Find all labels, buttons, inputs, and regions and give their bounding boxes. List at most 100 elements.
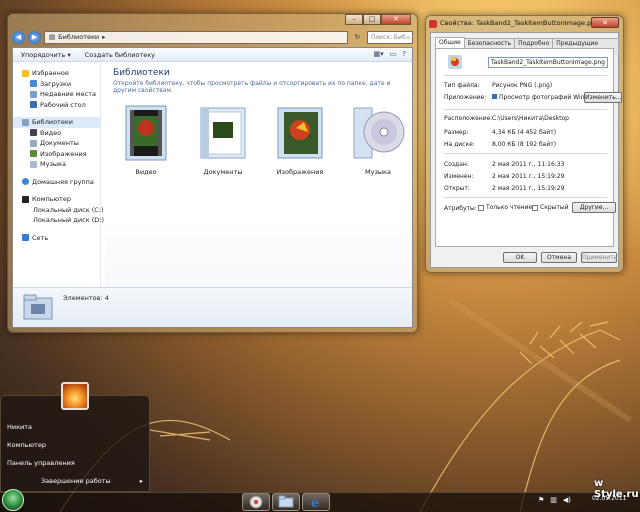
music-icon [30, 160, 37, 168]
flag-icon[interactable]: ⚑ [538, 496, 544, 504]
png-file-icon [429, 20, 437, 28]
avatar [61, 382, 89, 410]
preview-pane-icon[interactable]: ▭ [390, 50, 397, 58]
library-view: Библиотеки Откройте библиотеку, чтобы пр… [105, 62, 412, 287]
label-size: Размер: [444, 129, 469, 136]
nav-images[interactable]: Изображения [13, 149, 100, 160]
window-controls: – □ ✕ [345, 14, 411, 25]
back-button[interactable]: ◀ [12, 30, 25, 44]
library-icon: ▤ [49, 33, 56, 41]
nav-favorites[interactable]: Избранное [13, 68, 100, 79]
view-controls: ▦▾ ▭ ? [374, 50, 406, 58]
nav-disk-d[interactable]: Локальный диск (D:) [13, 215, 104, 226]
start-button[interactable] [2, 489, 24, 511]
views-icon[interactable]: ▦▾ [374, 50, 384, 58]
value-disk: 8,00 КБ (8 192 байт) [492, 141, 557, 148]
new-library-button[interactable]: Создать библиотеку [85, 51, 155, 59]
nav-downloads[interactable]: Загрузки [13, 79, 100, 90]
network-icon [22, 234, 29, 242]
documents-library-icon [200, 107, 246, 159]
folder-label: Видео [135, 168, 157, 176]
value-size: 4,34 КБ (4 452 байт) [492, 129, 557, 136]
cancel-button[interactable]: Отмена [541, 252, 577, 263]
taskbar-internet-explorer[interactable]: e [302, 493, 330, 511]
nav-computer[interactable]: Компьютер [13, 194, 100, 205]
ok-button[interactable]: OK [503, 252, 537, 263]
label-attrs: Атрибуты: [444, 205, 477, 212]
label-opened: Открыт: [444, 185, 470, 192]
chevron-right-icon: ▸ [102, 33, 106, 41]
video-library-icon [125, 105, 167, 161]
label-created: Создан: [444, 161, 469, 168]
close-button[interactable]: ✕ [381, 14, 411, 25]
folder-video[interactable]: Видео [111, 102, 181, 176]
label-disk: На диске: [444, 141, 475, 148]
dialog-body: Общие Безопасность Подробно Предыдущие в… [430, 32, 622, 268]
refresh-button[interactable]: ↻ [351, 31, 364, 44]
navigation-pane: Избранное Загрузки Недавние места Рабочи… [13, 62, 104, 287]
explorer-window: – □ ✕ ◀ ▶ ▤ Библиотеки ▸ ↻ Поиск: Биб...… [7, 13, 418, 333]
clock[interactable]: 02.05.2011 [592, 495, 626, 502]
shutdown-button[interactable]: Завершение работы ▸ [21, 475, 147, 487]
taskbar-media-player[interactable] [242, 493, 270, 511]
volume-icon[interactable]: ◀) [563, 496, 571, 504]
nav-video[interactable]: Видео [13, 128, 100, 139]
advanced-button[interactable]: Другие... [572, 202, 616, 213]
images-icon [30, 150, 37, 158]
nav-disk-c[interactable]: Локальный диск (C:) [13, 205, 104, 216]
organize-menu[interactable]: Упорядочить ▾ [21, 51, 71, 59]
media-player-icon [249, 495, 263, 509]
minimize-button[interactable]: – [345, 14, 363, 25]
hidden-checkbox[interactable]: Скрытый [532, 204, 569, 211]
folder-documents[interactable]: Документы [188, 102, 258, 176]
search-input[interactable]: Поиск: Биб... ⌕ [367, 30, 413, 44]
page-description: Откройте библиотеку, чтобы просмотреть ф… [113, 80, 391, 94]
system-tray: ⚑ ▥ ◀) [538, 496, 571, 504]
nav-documents[interactable]: Документы [13, 138, 100, 149]
forward-button[interactable]: ▶ [28, 30, 41, 44]
nav-desktop[interactable]: Рабочий стол [13, 100, 100, 111]
help-icon[interactable]: ? [402, 50, 406, 58]
value-created: 2 мая 2011 г., 11:16:33 [492, 161, 565, 168]
breadcrumb[interactable]: Библиотеки [58, 33, 99, 41]
documents-icon [30, 139, 37, 147]
folder-label: Документы [203, 168, 243, 176]
checkbox-icon [478, 204, 484, 211]
value-modified: 2 мая 2011 г., 15:19:29 [492, 173, 565, 180]
nav-libraries[interactable]: Библиотеки [13, 117, 100, 128]
nav-homegroup[interactable]: Домашняя группа [13, 177, 100, 188]
music-library-icon [353, 107, 405, 159]
start-item-computer[interactable]: Компьютер [7, 441, 46, 449]
desktop-icon [30, 101, 37, 109]
png-file-icon [448, 55, 462, 69]
chevron-right-icon[interactable]: ▸ [140, 475, 143, 487]
label-location: Расположение: [444, 115, 493, 122]
start-item-control-panel[interactable]: Панель управления [7, 459, 75, 467]
nav-network[interactable]: Сеть [13, 233, 100, 244]
folder-images[interactable]: Изображения [265, 102, 335, 176]
taskbar-explorer[interactable] [272, 493, 300, 511]
star-icon [22, 69, 29, 77]
network-icon[interactable]: ▥ [550, 496, 557, 504]
value-location: C:\Users\Никита\Desktop [492, 115, 569, 122]
checkbox-icon [532, 204, 538, 211]
nav-recent[interactable]: Недавние места [13, 89, 100, 100]
apply-button[interactable]: Применить [581, 252, 617, 263]
readonly-checkbox[interactable]: Только чтение [478, 204, 532, 211]
dialog-title: Свойства: TaskBand2_TaskItemButtonImage.… [440, 19, 600, 27]
filename-field[interactable]: TaskBand2_TaskItemButtonImage.png [488, 57, 608, 68]
search-icon: ⌕ [406, 33, 410, 41]
libraries-icon [22, 118, 29, 126]
nav-music[interactable]: Музыка [13, 159, 100, 170]
video-icon [30, 129, 37, 137]
maximize-button[interactable]: □ [363, 14, 381, 25]
start-item-user[interactable]: Никита [7, 423, 32, 431]
address-bar[interactable]: ▤ Библиотеки ▸ [44, 30, 348, 44]
change-button[interactable]: Изменить... [584, 92, 622, 103]
homegroup-icon [22, 178, 29, 186]
folder-music[interactable]: Музыка [343, 102, 413, 176]
folder-label: Музыка [365, 168, 391, 176]
close-button[interactable]: ✕ [591, 17, 619, 28]
computer-icon [22, 195, 29, 203]
photo-viewer-icon [492, 94, 497, 99]
